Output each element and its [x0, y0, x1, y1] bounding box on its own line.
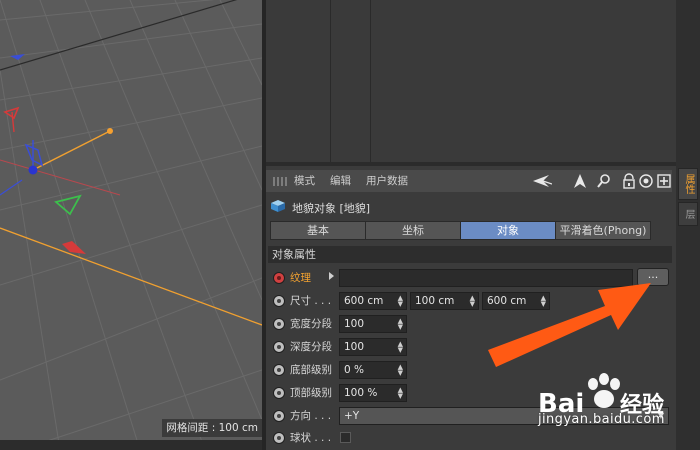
animate-toggle-icon[interactable]	[273, 318, 285, 330]
spherical-checkbox[interactable]	[340, 432, 351, 443]
depth-segments-label: 深度分段	[290, 341, 332, 353]
tab-object[interactable]: 对象	[460, 221, 556, 240]
top-level-value: 100 %	[344, 387, 378, 399]
width-segments-input[interactable]: 100 ▲ ▼	[339, 315, 407, 333]
drag-grip-icon[interactable]	[273, 177, 287, 186]
grid-spacing-readout: 网格间距 : 100 cm	[162, 419, 262, 437]
direction-label: 方向 . . .	[290, 410, 332, 422]
object-title-row: 地貌对象 [地貌]	[270, 199, 370, 217]
texture-field[interactable]	[339, 269, 633, 287]
stepper-icon[interactable]: ▲ ▼	[541, 295, 546, 308]
top-level-input[interactable]: 100 % ▲ ▼	[339, 384, 407, 402]
chevron-down-icon: ▼	[657, 411, 664, 420]
size-x-input[interactable]: 600 cm ▲ ▼	[339, 292, 407, 310]
bottom-level-label: 底部级别	[290, 364, 332, 376]
menu-user-data[interactable]: 用户数据	[366, 170, 408, 192]
object-manager[interactable]	[266, 0, 676, 166]
size-x-value: 600 cm	[344, 295, 384, 307]
animate-toggle-icon[interactable]	[273, 295, 285, 307]
menu-edit[interactable]: 编辑	[330, 170, 351, 192]
arrow-left-icon[interactable]	[532, 173, 553, 189]
side-tab-layers[interactable]: 层	[678, 202, 698, 226]
object-title: 地貌对象 [地貌]	[292, 202, 371, 215]
stepper-icon[interactable]: ▲ ▼	[398, 387, 403, 400]
stepper-icon[interactable]: ▲ ▼	[398, 318, 403, 331]
property-width-segments: 宽度分段 100 ▲ ▼	[266, 314, 672, 334]
property-depth-segments: 深度分段 100 ▲ ▼	[266, 337, 672, 357]
lock-icon[interactable]	[621, 173, 637, 189]
stepper-icon[interactable]: ▲ ▼	[398, 341, 403, 354]
animate-toggle-icon[interactable]	[273, 432, 285, 444]
width-segments-label: 宽度分段	[290, 318, 332, 330]
size-z-value: 600 cm	[487, 295, 527, 307]
viewport-3d[interactable]: 网格间距 : 100 cm	[0, 0, 262, 450]
size-y-input[interactable]: 100 cm ▲ ▼	[410, 292, 479, 310]
texture-browse-button[interactable]: ...	[637, 268, 669, 286]
property-texture: 纹理	[266, 268, 672, 288]
animate-toggle-icon[interactable]	[273, 272, 285, 284]
search-icon[interactable]	[596, 173, 612, 189]
tab-phong[interactable]: 平滑着色(Phong)	[555, 221, 651, 240]
tab-coordinates[interactable]: 坐标	[365, 221, 461, 240]
animate-toggle-icon[interactable]	[273, 387, 285, 399]
attribute-tabs: 基本 坐标 对象 平滑着色(Phong)	[270, 221, 651, 240]
expand-triangle-icon[interactable]	[329, 272, 334, 280]
bottom-level-value: 0 %	[344, 364, 364, 376]
menu-mode[interactable]: 模式	[294, 170, 315, 192]
direction-value: +Y	[344, 410, 360, 422]
depth-segments-input[interactable]: 100 ▲ ▼	[339, 338, 407, 356]
target-icon[interactable]	[638, 173, 654, 189]
new-panel-icon[interactable]	[656, 173, 672, 189]
spherical-label: 球状 . . .	[290, 432, 332, 444]
attribute-manager: 模式 编辑 用户数据 地貌对象 [地貌] 基本 坐标 对象 平滑着色(Phong…	[266, 166, 676, 450]
section-object-properties: 对象属性	[268, 246, 672, 263]
texture-label: 纹理	[290, 272, 311, 284]
landscape-object-icon	[270, 199, 286, 219]
animate-toggle-icon[interactable]	[273, 410, 285, 422]
object-manager-column-divider	[330, 0, 331, 162]
object-manager-column-divider	[370, 0, 371, 162]
animate-toggle-icon[interactable]	[273, 364, 285, 376]
depth-segments-value: 100	[344, 341, 365, 353]
arrow-up-icon[interactable]	[572, 173, 588, 189]
viewport-bottom-bar	[0, 440, 262, 450]
property-top-level: 顶部级别 100 % ▲ ▼	[266, 383, 672, 403]
stepper-icon[interactable]: ▲ ▼	[398, 364, 403, 377]
viewport-scene	[0, 0, 262, 450]
stepper-icon[interactable]: ▲ ▼	[398, 295, 403, 308]
attribute-menubar: 模式 编辑 用户数据	[266, 170, 672, 192]
property-spherical: 球状 . . .	[266, 428, 672, 448]
tab-basic[interactable]: 基本	[270, 221, 366, 240]
bottom-level-input[interactable]: 0 % ▲ ▼	[339, 361, 407, 379]
size-label: 尺寸 . . .	[290, 295, 332, 307]
side-tab-attributes[interactable]: 属性	[678, 168, 698, 200]
width-segments-value: 100	[344, 318, 365, 330]
side-panel-tabs: 属性 层	[676, 0, 700, 450]
property-bottom-level: 底部级别 0 % ▲ ▼	[266, 360, 672, 380]
top-level-label: 顶部级别	[290, 387, 332, 399]
stepper-icon[interactable]: ▲ ▼	[470, 295, 475, 308]
direction-select[interactable]: +Y ▼	[339, 407, 669, 425]
size-y-value: 100 cm	[415, 295, 455, 307]
property-direction: 方向 . . . +Y ▼	[266, 406, 672, 426]
animate-toggle-icon[interactable]	[273, 341, 285, 353]
property-size: 尺寸 . . . 600 cm ▲ ▼ 100 cm ▲ ▼ 600 cm ▲ ▼	[266, 291, 672, 311]
size-z-input[interactable]: 600 cm ▲ ▼	[482, 292, 550, 310]
